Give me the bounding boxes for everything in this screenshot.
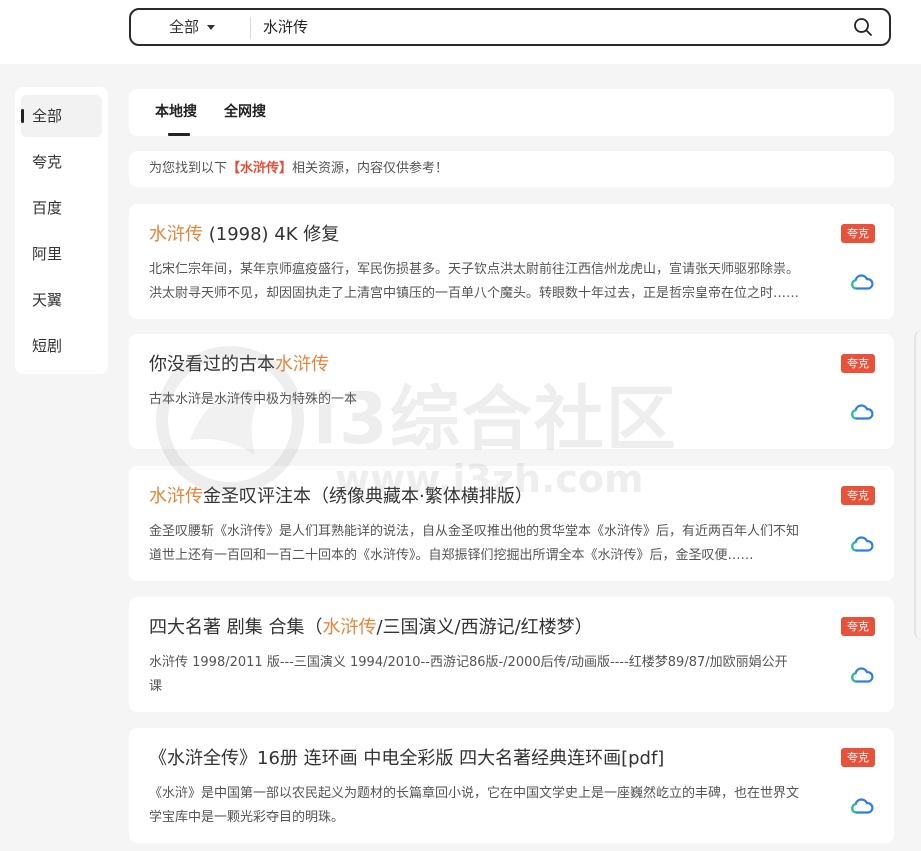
source-badge: 夸克 (841, 354, 875, 373)
sidebar-item-short-drama[interactable]: 短剧 (21, 325, 102, 367)
tab-label: 本地搜 (155, 104, 197, 120)
notice-prefix: 为您找到以下 (149, 161, 228, 176)
result-title[interactable]: 水浒传 (1998) 4K 修复 (149, 220, 794, 246)
search-scope-dropdown[interactable]: 全部 (169, 10, 216, 44)
notice-keyword: 【水浒传】 (227, 161, 293, 176)
side-panel-edge (914, 330, 921, 640)
title-highlight: 水浒传 (322, 617, 377, 638)
source-badge: 夸克 (841, 224, 875, 243)
sidebar-item-label: 短剧 (32, 337, 63, 355)
sidebar-item-tianyi[interactable]: 天翼 (21, 279, 102, 321)
result-title[interactable]: 你没看过的古本水浒传 (149, 350, 794, 376)
result-card[interactable]: 水浒传金圣叹评注本（绣像典藏本·繁体横排版） 金圣叹腰斩《水浒传》是人们耳熟能详… (129, 466, 894, 581)
title-text: 你没看过的古本 (149, 354, 275, 375)
title-highlight: 水浒传 (149, 224, 203, 245)
title-text: 《水浒全传》16册 连环画 中电全彩版 四大名著经典连环画[pdf] (149, 748, 665, 769)
title-highlight: 水浒传 (149, 486, 203, 507)
tab-local-search[interactable]: 本地搜 (155, 89, 197, 136)
source-badge: 夸克 (841, 486, 875, 505)
sidebar-item-baidu[interactable]: 百度 (21, 187, 102, 229)
result-title[interactable]: 水浒传金圣叹评注本（绣像典藏本·繁体横排版） (149, 482, 794, 508)
title-text: (1998) 4K 修复 (203, 224, 340, 245)
quark-cloud-icon[interactable] (850, 666, 874, 684)
quark-cloud-icon[interactable] (850, 273, 874, 291)
sidebar-item-quark[interactable]: 夸克 (21, 141, 102, 183)
tab-web-search[interactable]: 全网搜 (224, 89, 266, 136)
result-description: 水浒传 1998/2011 版---三国演义 1994/2010--西游记86版… (149, 655, 788, 694)
sidebar-item-all[interactable]: 全部 (21, 95, 102, 137)
tab-label: 全网搜 (224, 104, 266, 120)
result-description: 古本水浒是水浒传中极为特殊的一本 (149, 392, 358, 407)
search-input[interactable] (263, 10, 823, 44)
quark-cloud-icon[interactable] (850, 403, 874, 421)
result-description: 《水浒》是中国第一部以农民起义为题材的长篇章回小说，它在中国文学史上是一座巍然屹… (149, 786, 799, 825)
result-notice: 为您找到以下【水浒传】相关资源，内容仅供参考！ (129, 151, 894, 187)
quark-cloud-icon[interactable] (850, 797, 874, 815)
title-highlight: 水浒传 (275, 354, 329, 375)
sidebar-item-label: 天翼 (32, 291, 63, 309)
result-title[interactable]: 四大名著 剧集 合集（水浒传/三国演义/西游记/红楼梦） (149, 613, 794, 639)
sidebar-item-label: 阿里 (32, 245, 63, 263)
source-badge: 夸克 (841, 748, 875, 767)
sidebar-item-label: 夸克 (32, 153, 63, 171)
result-description: 金圣叹腰斩《水浒传》是人们耳熟能详的说法，自从金圣叹推出他的贯华堂本《水浒传》后… (149, 524, 799, 563)
search-icon[interactable] (853, 17, 873, 37)
search-divider (250, 17, 251, 39)
notice-suffix: 相关资源，内容仅供参考！ (292, 161, 449, 176)
title-text: /三国演义/西游记/红楼梦） (376, 617, 593, 638)
source-badge: 夸克 (841, 617, 875, 636)
title-text: 金圣叹评注本（绣像典藏本·繁体横排版） (203, 486, 533, 507)
top-bar: 全部 (0, 0, 921, 64)
caret-down-icon (207, 25, 216, 30)
search-bar: 全部 (129, 8, 891, 46)
result-card[interactable]: 你没看过的古本水浒传 古本水浒是水浒传中极为特殊的一本 夸克 (129, 334, 894, 449)
quark-cloud-icon[interactable] (850, 535, 874, 553)
result-title[interactable]: 《水浒全传》16册 连环画 中电全彩版 四大名著经典连环画[pdf] (149, 744, 794, 770)
sidebar-item-label: 百度 (32, 199, 63, 217)
result-card[interactable]: 水浒传 (1998) 4K 修复 北宋仁宗年间，某年京师瘟疫盛行，军民伤损甚多。… (129, 204, 894, 319)
category-sidebar: 全部 夸克 百度 阿里 天翼 短剧 (15, 87, 108, 374)
notice-text: 为您找到以下【水浒传】相关资源，内容仅供参考！ (149, 151, 448, 187)
title-text: 四大名著 剧集 合集（ (149, 617, 323, 638)
search-mode-tabs: 本地搜 全网搜 (129, 89, 894, 136)
search-scope-label: 全部 (169, 18, 200, 36)
sidebar-item-label: 全部 (32, 107, 63, 125)
sidebar-item-aliyun[interactable]: 阿里 (21, 233, 102, 275)
result-card[interactable]: 四大名著 剧集 合集（水浒传/三国演义/西游记/红楼梦） 水浒传 1998/20… (129, 597, 894, 712)
result-description: 北宋仁宗年间，某年京师瘟疫盛行，军民伤损甚多。天子钦点洪太尉前往江西信州龙虎山，… (149, 262, 799, 301)
result-card[interactable]: 《水浒全传》16册 连环画 中电全彩版 四大名著经典连环画[pdf] 《水浒》是… (129, 728, 894, 843)
